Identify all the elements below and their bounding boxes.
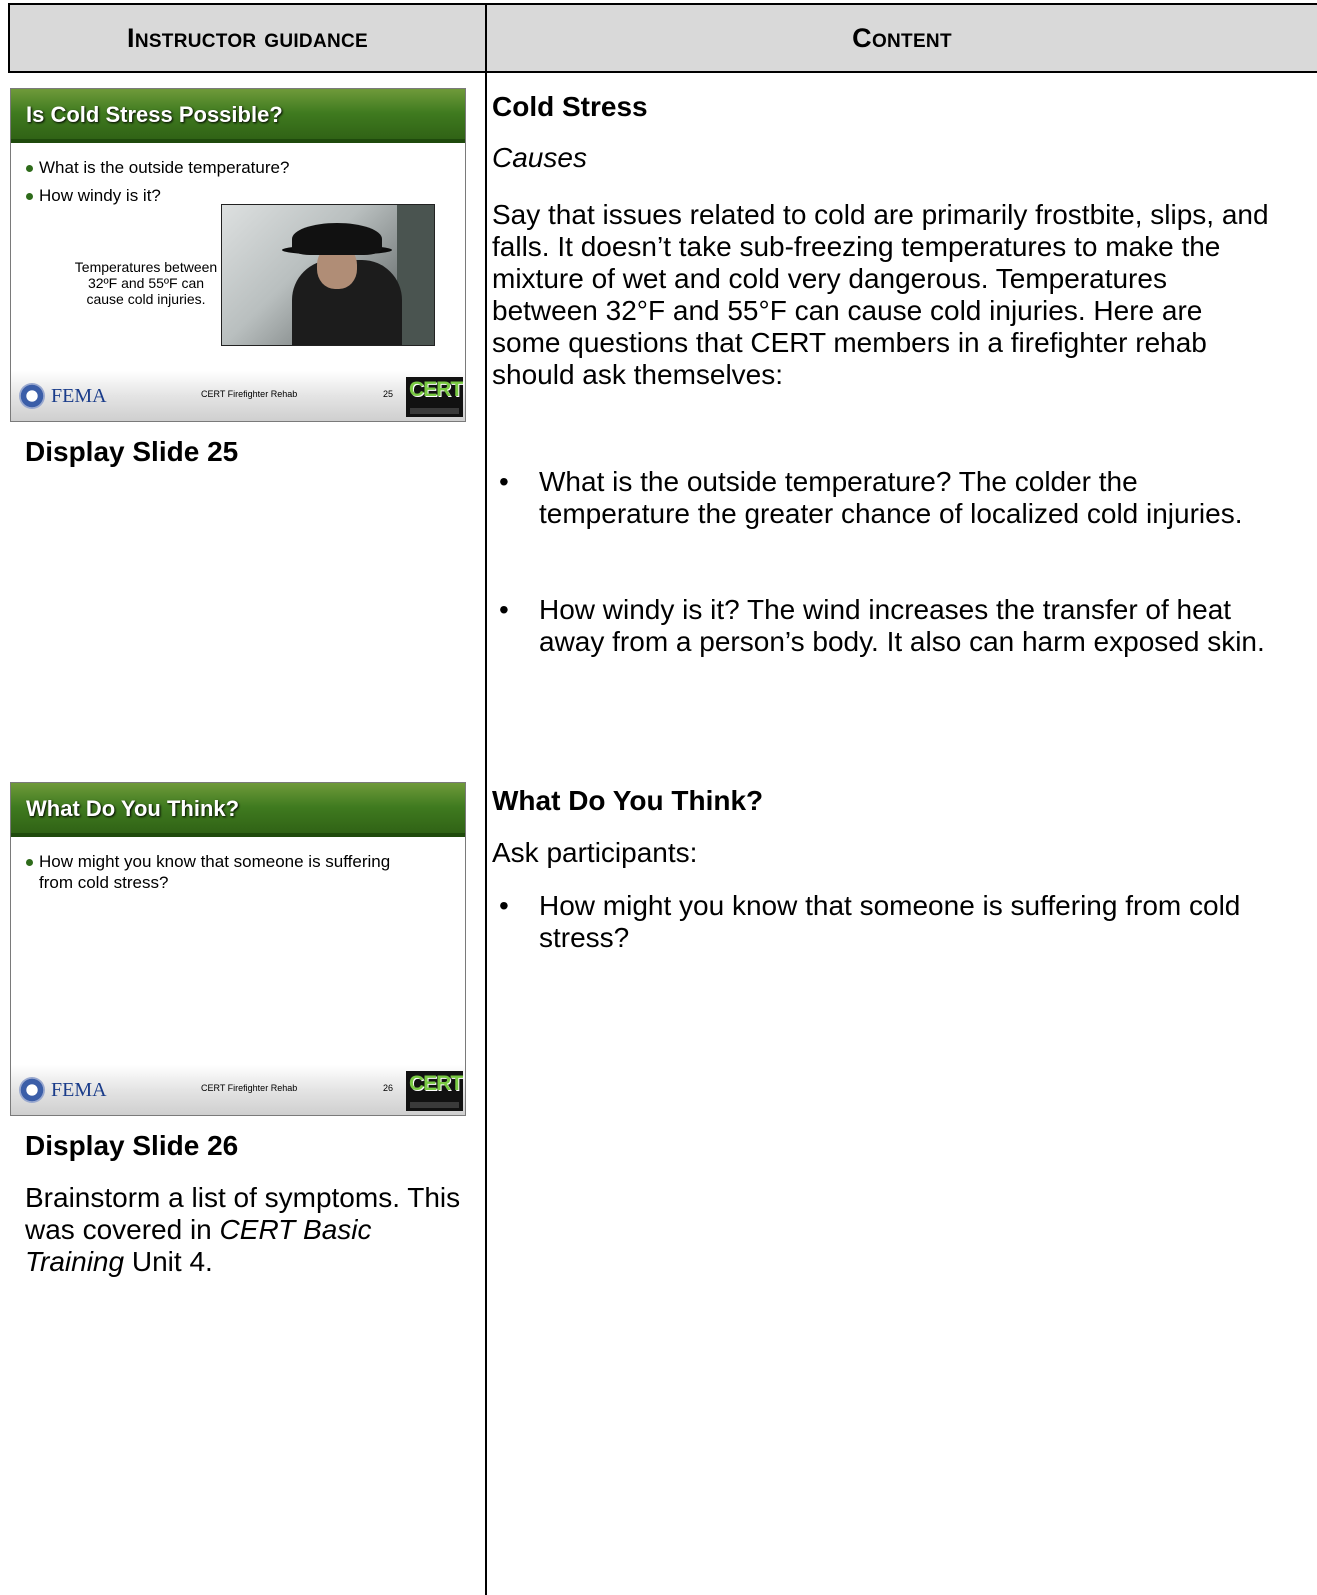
left-border	[8, 3, 10, 73]
header-left-label: Instructor guidance	[127, 22, 368, 53]
slide-25-title: Is Cold Stress Possible?	[26, 102, 283, 127]
cold-stress-bullet-2-text: How windy is it? The wind increases the …	[539, 594, 1265, 657]
cold-stress-bullet-1-text: What is the outside temperature? The col…	[539, 466, 1243, 529]
cert-logo-text: CERT	[409, 1072, 463, 1095]
slide-26-title: What Do You Think?	[26, 796, 240, 821]
brainstorm-text-b: Unit 4.	[124, 1246, 213, 1277]
fema-logo-text: FEMA	[51, 385, 107, 407]
slide-25-bullet-1-text: What is the outside temperature?	[39, 158, 290, 177]
slide-25-bullet-1: What is the outside temperature?	[26, 157, 290, 178]
header-content: Content	[485, 3, 1317, 73]
column-divider	[485, 3, 487, 1595]
dhs-seal-icon	[19, 383, 45, 409]
cert-logo-subtitle-bar	[410, 408, 459, 414]
bullet-dot	[26, 859, 33, 866]
cert-logo-icon: CERT	[406, 1071, 463, 1111]
photo-background-building	[397, 205, 434, 345]
header-right-label: Content	[852, 22, 952, 53]
what-do-you-think-bullet-1: • How might you know that someone is suf…	[492, 890, 1292, 954]
what-do-you-think-bullet-1-text: How might you know that someone is suffe…	[539, 890, 1241, 953]
slide-25-thumbnail: Is Cold Stress Possible? What is the out…	[10, 88, 466, 422]
slide-footer: FEMA CERT Firefighter Rehab 25 CERT	[11, 371, 465, 421]
display-slide-26-label: Display Slide 26	[25, 1130, 239, 1161]
firefighter-photo	[221, 204, 435, 346]
bullet-dot: •	[499, 890, 509, 921]
slide-26-thumbnail: What Do You Think? How might you know th…	[10, 782, 466, 1116]
dhs-seal-icon	[19, 1077, 45, 1103]
slide-26-bullet-1: How might you know that someone is suffe…	[26, 851, 399, 893]
cold-stress-paragraph: Say that issues related to cold are prim…	[492, 199, 1269, 390]
cert-logo-icon: CERT	[406, 377, 463, 417]
cert-logo-text: CERT	[409, 378, 463, 401]
header-instructor-guidance: Instructor guidance	[8, 3, 485, 73]
slide-26-bullet-1-text: How might you know that someone is suffe…	[39, 852, 391, 892]
slide-number: 25	[383, 389, 394, 399]
slide-number: 26	[383, 1083, 394, 1093]
slide-25-bullet-2-text: How windy is it?	[39, 186, 161, 205]
bullet-dot: •	[499, 466, 509, 497]
slide-25-photo-caption: Temperatures between 32ºF and 55ºF can c…	[74, 259, 218, 307]
cold-stress-bullet-1: • What is the outside temperature? The c…	[492, 466, 1292, 530]
display-slide-25-label: Display Slide 25	[25, 436, 239, 467]
slide-course-name: CERT Firefighter Rehab	[201, 389, 298, 399]
cold-stress-bullet-2: • How windy is it? The wind increases th…	[492, 594, 1292, 658]
cold-stress-heading: Cold Stress	[492, 91, 648, 122]
bullet-dot: •	[499, 594, 509, 625]
brainstorm-note: Brainstorm a list of symptoms. This was …	[25, 1182, 465, 1278]
slide-25-bullet-2: How windy is it?	[26, 185, 161, 206]
photo-helmet	[292, 223, 382, 255]
brainstorm-italic-cert: CERT	[219, 1214, 296, 1245]
what-do-you-think-heading: What Do You Think?	[492, 785, 764, 816]
fema-logo-text: FEMA	[51, 1079, 107, 1101]
ask-participants-text: Ask participants:	[492, 837, 698, 868]
causes-subheading: Causes	[492, 142, 587, 173]
slide-course-name: CERT Firefighter Rehab	[201, 1083, 298, 1093]
slide-footer: FEMA CERT Firefighter Rehab 26 CERT	[11, 1065, 465, 1115]
bullet-dot	[26, 193, 33, 200]
bullet-dot	[26, 165, 33, 172]
cert-logo-subtitle-bar	[410, 1102, 459, 1108]
